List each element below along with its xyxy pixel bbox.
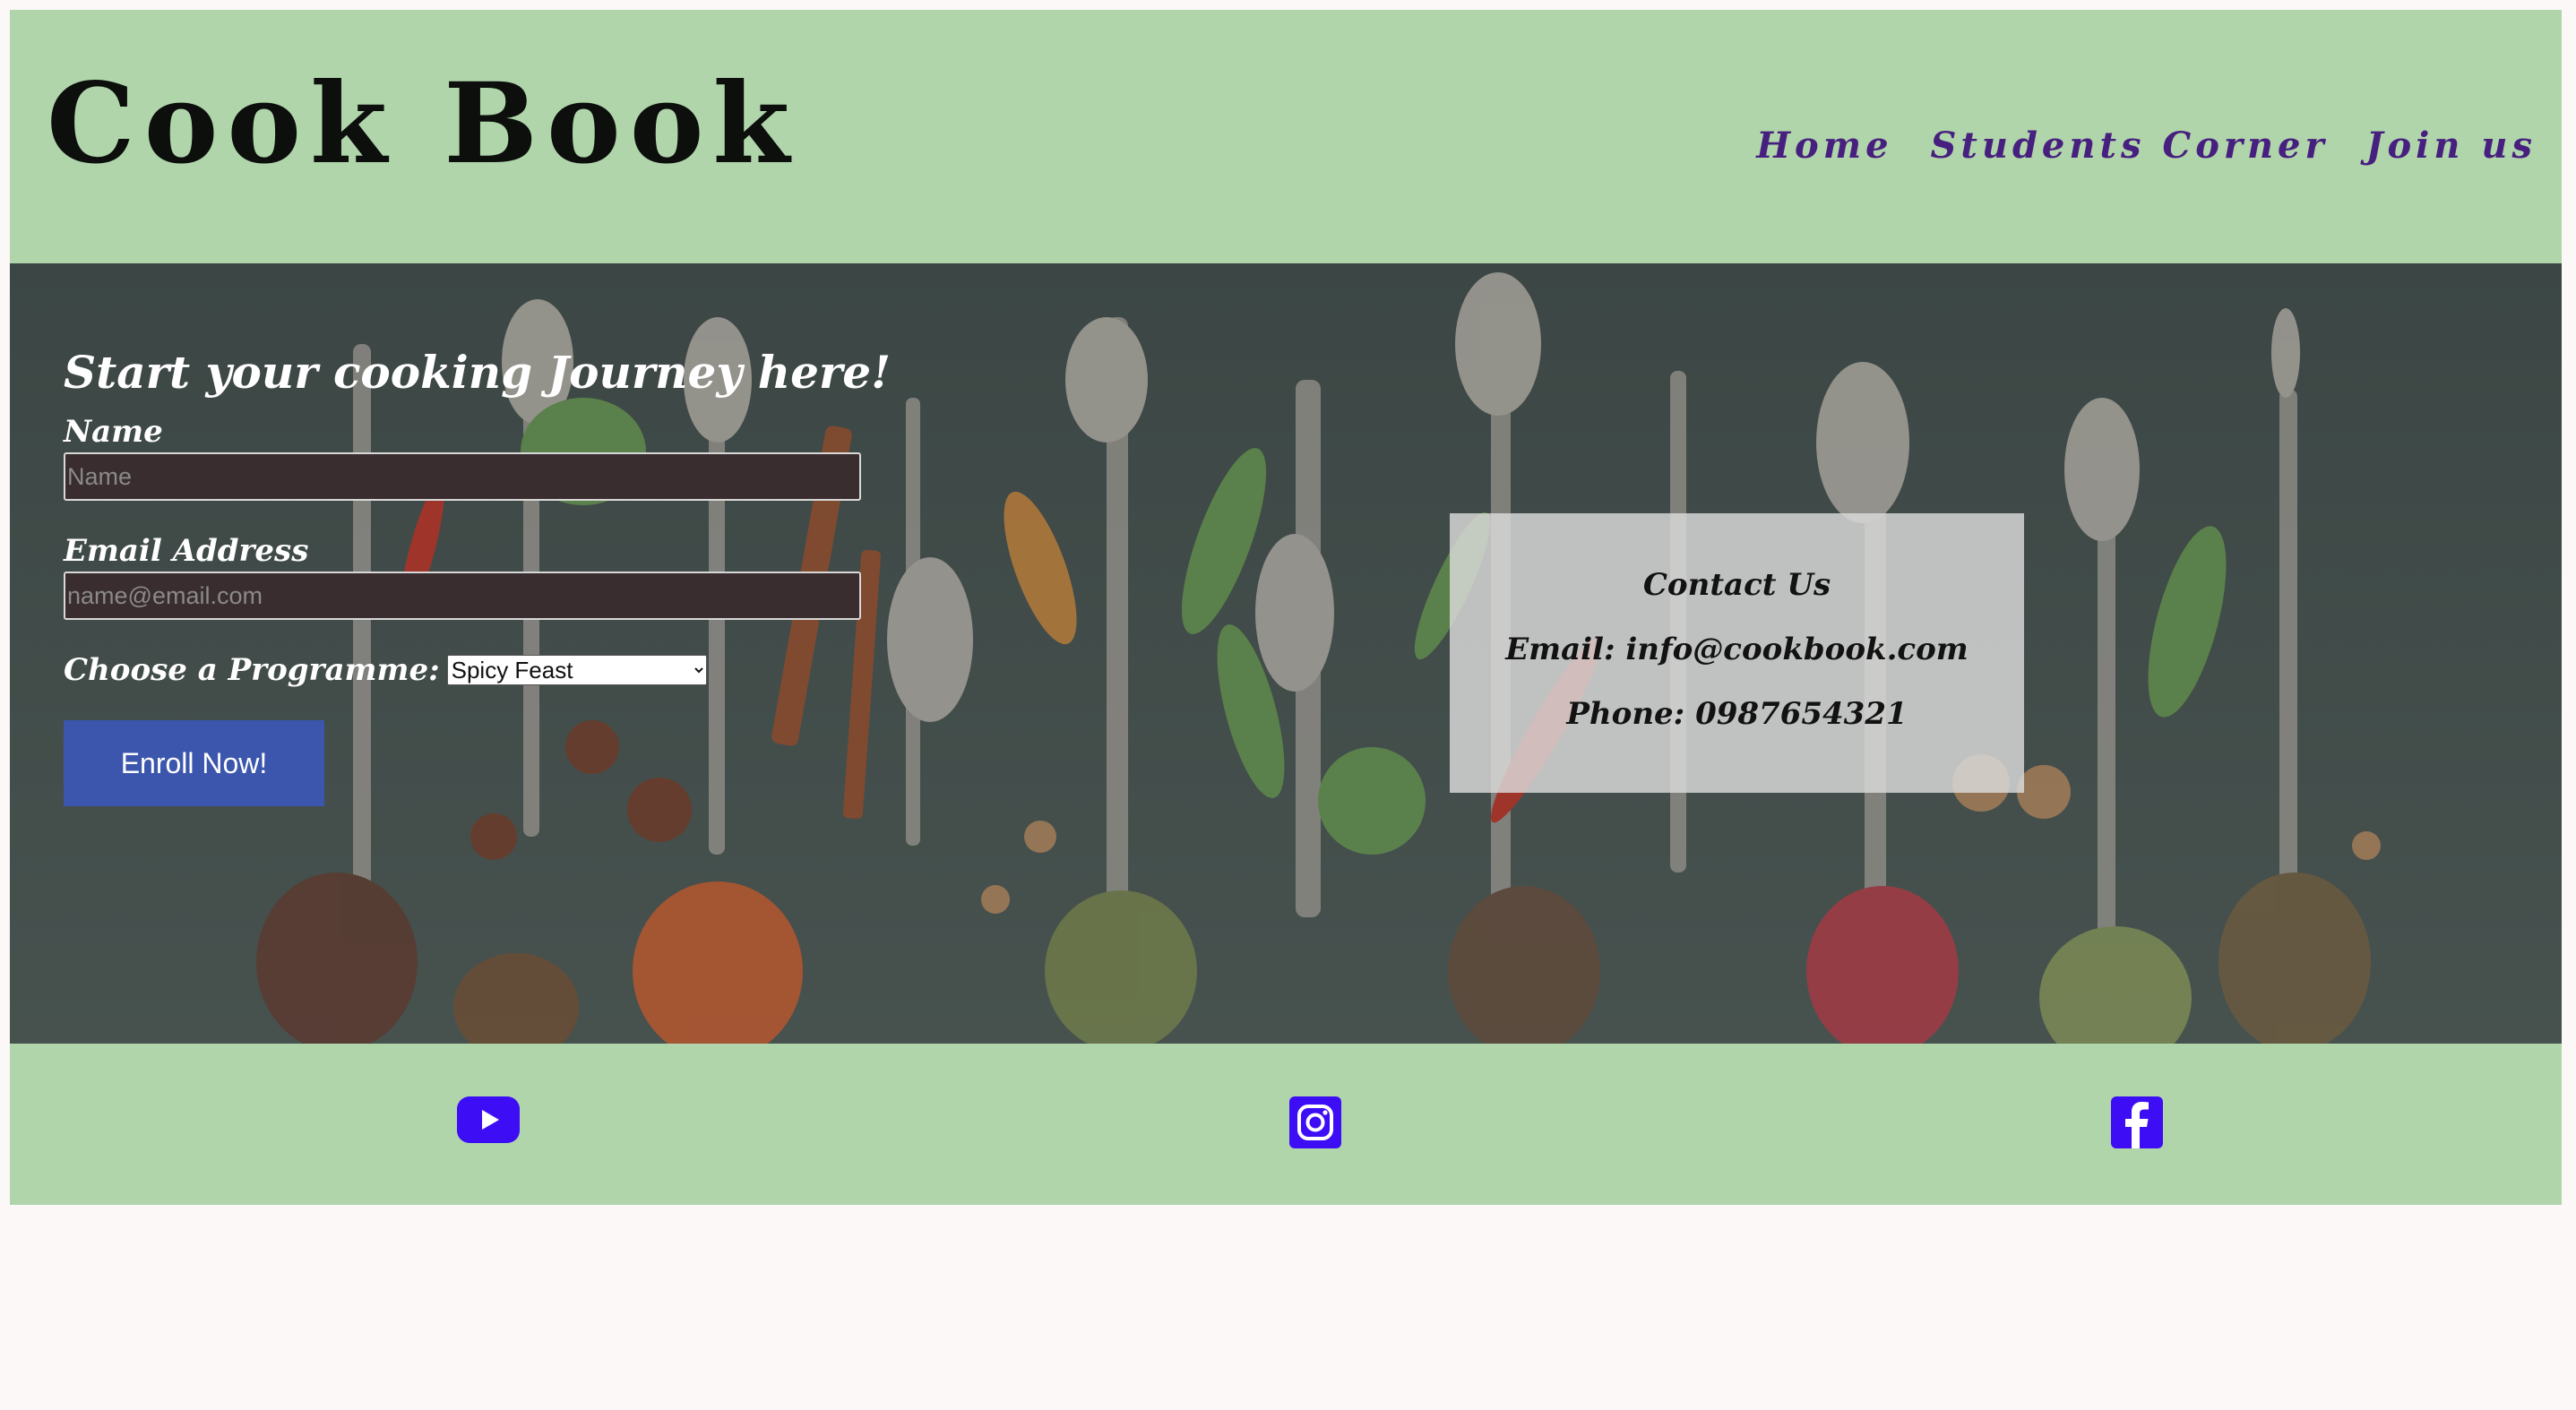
instagram-icon[interactable] xyxy=(1289,1096,1341,1152)
contact-email: Email: info@cookbook.com xyxy=(1505,632,1969,667)
contact-box: Contact Us Email: info@cookbook.com Phon… xyxy=(1450,513,2024,793)
email-label: Email Address xyxy=(64,533,309,569)
nav-join-us-link[interactable]: Join us xyxy=(2366,125,2537,167)
enroll-now-button[interactable]: Enroll Now! xyxy=(64,720,324,806)
hero-section: Start your cooking Journey here! Name Em… xyxy=(10,263,2562,1044)
facebook-icon[interactable] xyxy=(2111,1096,2163,1152)
email-input[interactable] xyxy=(64,572,861,620)
main-nav: Home Students Corner Join us xyxy=(1756,125,2537,167)
name-label: Name xyxy=(64,414,163,450)
programme-select[interactable]: Spicy Feast xyxy=(446,655,707,685)
site-header: Cook Book Home Students Corner Join us xyxy=(10,10,2562,263)
programme-row: Choose a Programme: Spicy Feast xyxy=(64,652,891,688)
programme-label: Choose a Programme: xyxy=(64,652,440,688)
form-heading: Start your cooking Journey here! xyxy=(64,346,892,399)
contact-phone: Phone: 0987654321 xyxy=(1566,696,1908,732)
enroll-form: Start your cooking Journey here! Name Em… xyxy=(64,346,891,806)
nav-students-corner-link[interactable]: Students Corner xyxy=(1931,125,2329,167)
contact-title: Contact Us xyxy=(1642,567,1831,603)
site-footer xyxy=(10,1044,2562,1205)
name-input[interactable] xyxy=(64,452,861,501)
nav-home-link[interactable]: Home xyxy=(1756,125,1892,167)
site-logo-title: Cook Book xyxy=(47,59,799,189)
youtube-icon[interactable] xyxy=(457,1096,520,1147)
